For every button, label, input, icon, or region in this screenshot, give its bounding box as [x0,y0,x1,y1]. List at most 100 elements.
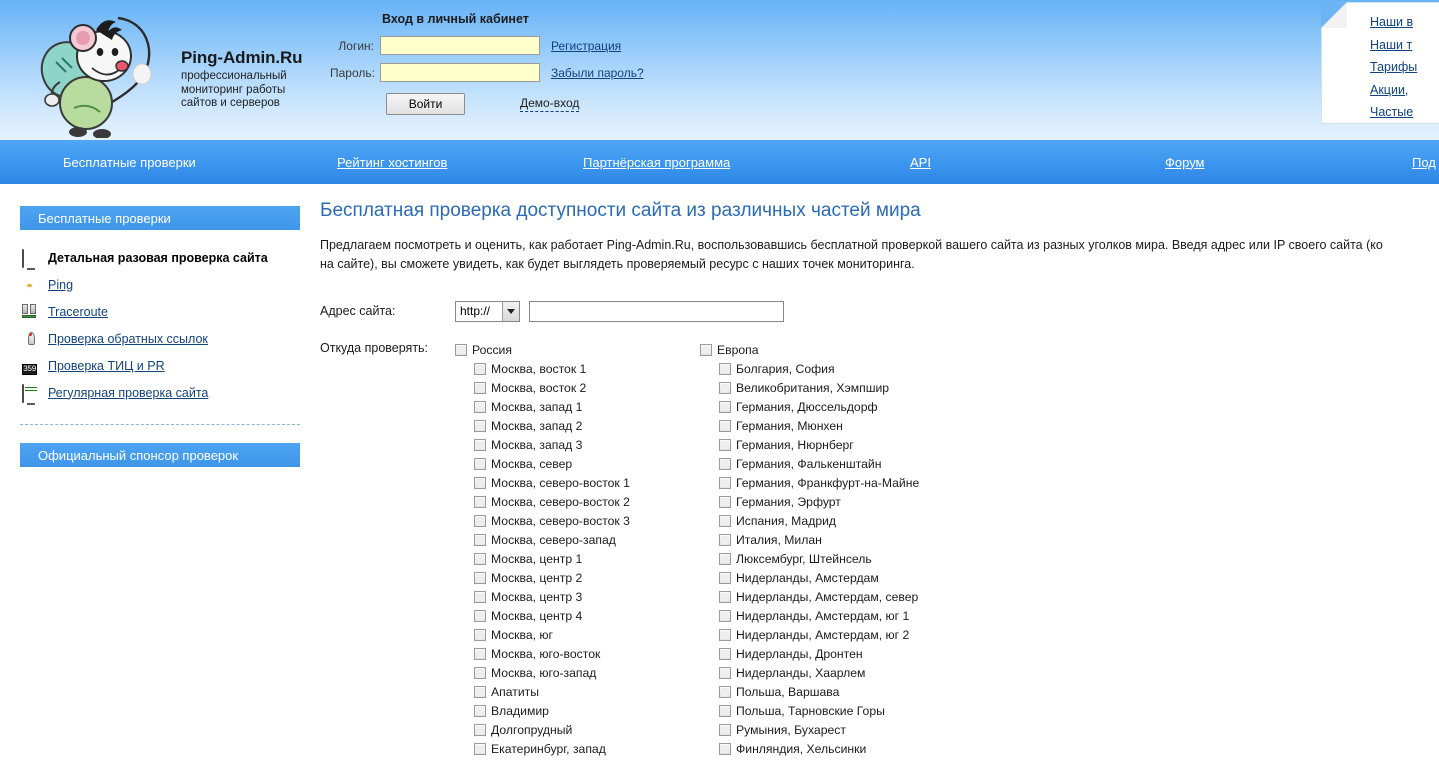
nav-item-hosting-rating[interactable]: Рейтинг хостингов [337,155,447,170]
sidebar-item-traceroute[interactable]: Traceroute [20,298,300,325]
geo-russia-item[interactable]: Москва, центр 4 [455,606,700,625]
geo-europe-item[interactable]: Германия, Дюссельдорф [700,397,945,416]
geo-checkbox[interactable] [474,629,486,641]
geo-checkbox[interactable] [474,496,486,508]
geo-checkbox[interactable] [474,724,486,736]
geo-russia-item[interactable]: Москва, юго-запад [455,663,700,682]
geo-russia-item[interactable]: Москва, центр 3 [455,587,700,606]
geo-checkbox[interactable] [719,610,731,622]
chevron-down-icon[interactable] [502,302,519,321]
login-submit-button[interactable]: Войти [386,93,465,115]
nav-item-support[interactable]: Под [1412,155,1436,170]
geo-checkbox[interactable] [719,743,731,755]
geo-checkbox[interactable] [474,458,486,470]
geo-checkbox[interactable] [474,591,486,603]
geo-russia-item[interactable]: Москва, северо-восток 3 [455,511,700,530]
geo-checkbox[interactable] [719,648,731,660]
geo-checkbox[interactable] [719,420,731,432]
geo-russia-item[interactable]: Москва, северо-запад [455,530,700,549]
geo-russia-item[interactable]: Екатеринбург, запад [455,739,700,758]
geo-checkbox[interactable] [719,401,731,413]
geo-checkbox[interactable] [474,553,486,565]
geo-group-checkbox[interactable] [455,344,467,356]
geo-checkbox[interactable] [719,382,731,394]
geo-checkbox[interactable] [474,382,486,394]
geo-europe-item[interactable]: Германия, Нюрнберг [700,435,945,454]
geo-checkbox[interactable] [719,553,731,565]
geo-russia-item[interactable]: Москва, северо-восток 2 [455,492,700,511]
corner-link-4[interactable]: Частые [1370,101,1417,124]
geo-russia-item[interactable]: Москва, северо-восток 1 [455,473,700,492]
geo-checkbox[interactable] [719,363,731,375]
sidebar-item-ping[interactable]: Ping [20,271,300,298]
geo-checkbox[interactable] [474,534,486,546]
geo-checkbox[interactable] [474,401,486,413]
geo-checkbox[interactable] [474,363,486,375]
geo-checkbox[interactable] [719,439,731,451]
geo-checkbox[interactable] [719,667,731,679]
geo-europe-item[interactable]: Германия, Фалькенштайн [700,454,945,473]
geo-russia-item[interactable]: Москва, запад 3 [455,435,700,454]
geo-checkbox[interactable] [719,724,731,736]
geo-checkbox[interactable] [719,591,731,603]
geo-europe-item[interactable]: Германия, Эрфурт [700,492,945,511]
sidebar-item-label[interactable]: Traceroute [48,305,108,319]
geo-europe-item[interactable]: Польша, Варшава [700,682,945,701]
geo-russia-item[interactable]: Москва, восток 1 [455,359,700,378]
geo-russia-item[interactable]: Москва, юго-восток [455,644,700,663]
login-username-input[interactable] [380,36,540,55]
demo-login-link[interactable]: Демо-вход [520,96,579,112]
nav-item-forum[interactable]: Форум [1165,155,1205,170]
geo-europe-item[interactable]: Румыния, Бухарест [700,720,945,739]
geo-europe-item[interactable]: Финляндия, Хельсинки [700,739,945,758]
site-address-input[interactable] [529,301,784,322]
geo-checkbox[interactable] [719,496,731,508]
nav-item-free-checks[interactable]: Бесплатные проверки [63,155,196,170]
geo-russia-item[interactable]: Долгопрудный [455,720,700,739]
geo-checkbox[interactable] [719,572,731,584]
geo-europe-item[interactable]: Люксембург, Штейнсель [700,549,945,568]
sidebar-item-label[interactable]: Проверка ТИЦ и PR [48,359,165,373]
geo-russia-item[interactable]: Москва, восток 2 [455,378,700,397]
geo-checkbox[interactable] [474,705,486,717]
geo-checkbox[interactable] [474,743,486,755]
geo-russia-item[interactable]: Москва, центр 2 [455,568,700,587]
geo-checkbox[interactable] [474,439,486,451]
sidebar-item-label[interactable]: Ping [48,278,73,292]
sidebar-item-label[interactable]: Проверка обратных ссылок [48,332,208,346]
register-link[interactable]: Регистрация [551,39,621,53]
geo-russia-item[interactable]: Москва, запад 1 [455,397,700,416]
nav-item-api[interactable]: API [910,155,931,170]
geo-checkbox[interactable] [474,515,486,527]
geo-europe-item[interactable]: Болгария, София [700,359,945,378]
geo-europe-item[interactable]: Нидерланды, Дронтен [700,644,945,663]
geo-checkbox[interactable] [719,477,731,489]
geo-russia-item[interactable]: Владимир [455,701,700,720]
corner-link-2[interactable]: Тарифы [1370,56,1417,79]
corner-link-0[interactable]: Наши в [1370,11,1417,34]
sidebar-item-regular-check[interactable]: Регулярная проверка сайта [20,379,300,406]
geo-checkbox[interactable] [474,572,486,584]
sidebar-item-tic-pr[interactable]: 359 Проверка ТИЦ и PR [20,352,300,379]
geo-checkbox[interactable] [474,420,486,432]
geo-europe-item[interactable]: Германия, Франкфурт-на-Майне [700,473,945,492]
login-password-input[interactable] [380,63,540,82]
geo-europe-item[interactable]: Нидерланды, Амстердам, север [700,587,945,606]
geo-europe-item[interactable]: Нидерланды, Амстердам, юг 1 [700,606,945,625]
geo-checkbox[interactable] [719,629,731,641]
geo-group-checkbox[interactable] [700,344,712,356]
logo-block[interactable]: Ping-Admin.Ru профессиональный мониторин… [18,6,348,138]
geo-checkbox[interactable] [719,458,731,470]
nav-item-partner-program[interactable]: Партнёрская программа [583,155,730,170]
geo-russia-item[interactable]: Апатиты [455,682,700,701]
geo-checkbox[interactable] [474,648,486,660]
geo-russia-item[interactable]: Москва, запад 2 [455,416,700,435]
sidebar-item-label[interactable]: Регулярная проверка сайта [48,386,208,400]
geo-checkbox[interactable] [719,534,731,546]
geo-checkbox[interactable] [719,686,731,698]
geo-checkbox[interactable] [719,705,731,717]
geo-russia-item[interactable]: Москва, север [455,454,700,473]
geo-checkbox[interactable] [474,667,486,679]
corner-link-1[interactable]: Наши т [1370,34,1417,57]
geo-russia-item[interactable]: Москва, юг [455,625,700,644]
